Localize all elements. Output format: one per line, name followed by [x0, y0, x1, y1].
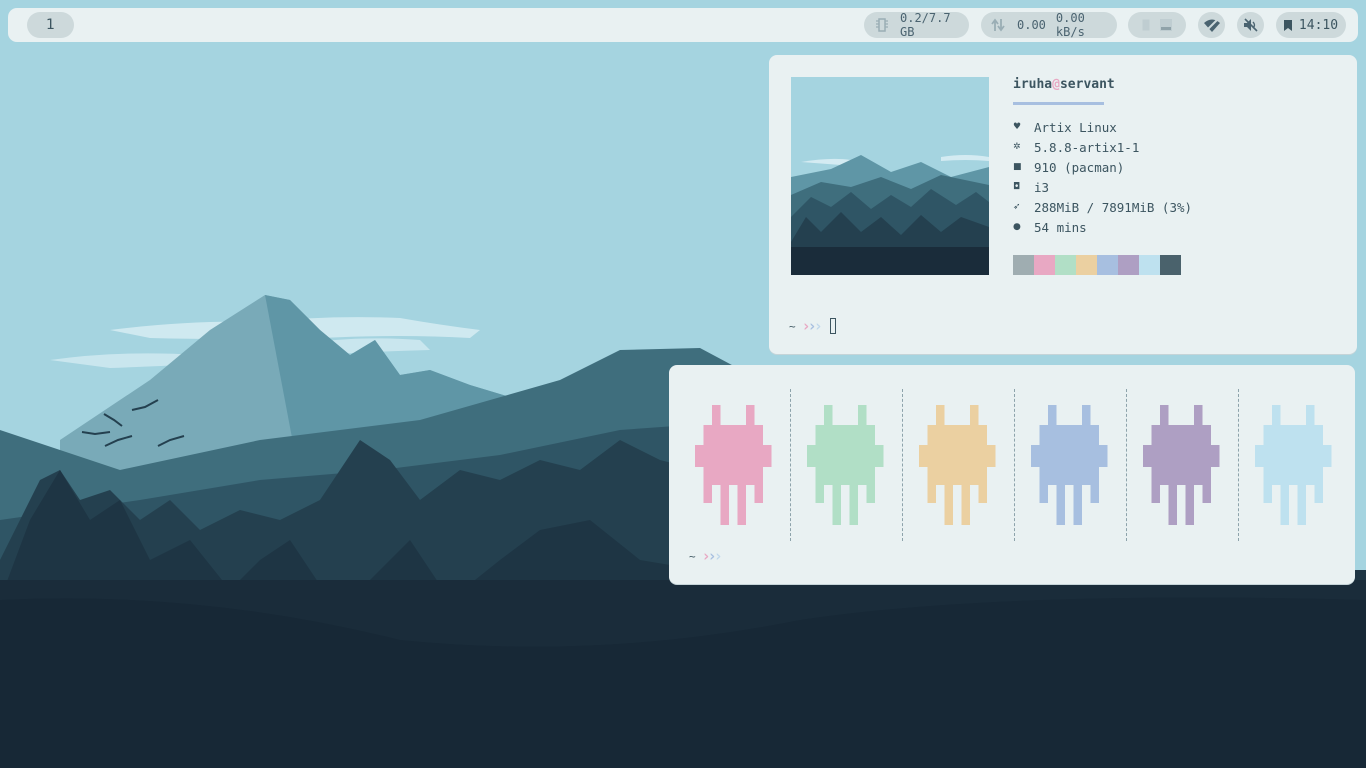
heart-icon: ♥	[1013, 122, 1022, 132]
bulb-icon: ●	[1013, 222, 1021, 232]
system-info-list: ♥ Artix Linux ✲ 5.8.8-artix1-1 ■ 910 (pa…	[1013, 117, 1192, 237]
battery-module[interactable]	[1128, 12, 1186, 38]
palette-swatch	[1034, 255, 1055, 275]
palette-swatch	[1013, 255, 1034, 275]
palette-swatch	[1055, 255, 1076, 275]
clock-time: 14:10	[1298, 17, 1339, 33]
updown-arrows-icon	[991, 18, 1005, 32]
wifi-off-icon	[1203, 18, 1220, 32]
workspace-indicator[interactable]: 1	[27, 12, 74, 38]
dashed-separator	[1014, 389, 1015, 541]
at-sign: @	[1052, 77, 1060, 92]
palette-swatch	[1118, 255, 1139, 275]
info-wm: i3	[1034, 179, 1050, 195]
workspace-number: 1	[46, 17, 55, 33]
disk-icon	[1160, 19, 1172, 31]
top-bar: 1 0.2/7.7 GB 0.00 0.00 kB/s 14:10	[8, 8, 1358, 42]
info-os: Artix Linux	[1034, 119, 1117, 135]
dashed-separator	[902, 389, 903, 541]
battery-icon	[1142, 19, 1150, 31]
invader-icon	[1255, 405, 1332, 525]
bookmark-icon	[1283, 19, 1292, 31]
clock-module[interactable]: 14:10	[1276, 12, 1346, 38]
dashed-separator	[790, 389, 791, 541]
info-row-os: ♥ Artix Linux	[1013, 117, 1192, 137]
info-row-packages: ■ 910 (pacman)	[1013, 157, 1192, 177]
username: iruha	[1013, 77, 1053, 92]
info-row-memory: ➶ 288MiB / 7891MiB (3%)	[1013, 197, 1192, 217]
net-up-value: 0.00 kB/s	[1055, 11, 1085, 39]
invader-icon	[695, 405, 772, 525]
wallpaper-thumbnail	[791, 77, 989, 275]
dashed-separator	[1126, 389, 1127, 541]
text-cursor	[829, 318, 836, 334]
window-icon: ◘	[1013, 182, 1021, 192]
terminal-fetch-window[interactable]: iruha@servant ♥ Artix Linux ✲ 5.8.8-arti…	[769, 55, 1357, 354]
info-kernel: 5.8.8-artix1-1	[1034, 139, 1140, 155]
info-memory: 288MiB / 7891MiB (3%)	[1034, 199, 1193, 215]
dashed-separator	[1238, 389, 1239, 541]
invader-icon	[1031, 405, 1108, 525]
user-host: iruha@servant	[1013, 77, 1115, 92]
gear-icon: ✲	[1013, 142, 1021, 152]
shell-prompt[interactable]: ~ ›››	[789, 317, 836, 335]
speaker-mute-icon	[1243, 18, 1259, 32]
invader-icon	[1143, 405, 1220, 525]
title-underline	[1013, 102, 1104, 105]
invader-icon	[919, 405, 996, 525]
palette-swatch	[1139, 255, 1160, 275]
package-icon: ■	[1013, 162, 1022, 172]
palette-swatch	[1160, 255, 1181, 275]
memory-usage: 0.2/7.7 GB	[900, 11, 951, 39]
prompt-tilde-2: ~	[689, 549, 696, 563]
chip-icon	[876, 18, 888, 32]
palette-swatch	[1076, 255, 1097, 275]
info-row-kernel: ✲ 5.8.8-artix1-1	[1013, 137, 1192, 157]
net-down-value: 0.00	[1017, 18, 1046, 32]
invader-icon	[807, 405, 884, 525]
info-packages: 910 (pacman)	[1034, 159, 1125, 175]
invaders-art	[669, 385, 1355, 543]
info-row-uptime: ● 54 mins	[1013, 217, 1192, 237]
memory-module[interactable]: 0.2/7.7 GB	[864, 11, 969, 39]
info-row-wm: ◘ i3	[1013, 177, 1192, 197]
terminal-invaders-window[interactable]: ~ ›››	[669, 365, 1355, 584]
info-uptime: 54 mins	[1034, 219, 1087, 235]
volume-mute-button[interactable]	[1237, 12, 1264, 38]
hostname: servant	[1059, 77, 1115, 92]
prompt-arrows-icon: ›››	[801, 317, 823, 335]
color-palette	[1013, 255, 1181, 275]
palette-swatch	[1097, 255, 1118, 275]
feather-icon: ➶	[1013, 202, 1021, 212]
prompt-tilde: ~	[789, 319, 796, 333]
prompt-arrows-icon-2: ›››	[701, 547, 723, 565]
wifi-off-button[interactable]	[1198, 12, 1225, 38]
shell-prompt-2[interactable]: ~ ›››	[689, 547, 723, 565]
network-speed-module[interactable]: 0.00 0.00 kB/s	[981, 11, 1117, 39]
